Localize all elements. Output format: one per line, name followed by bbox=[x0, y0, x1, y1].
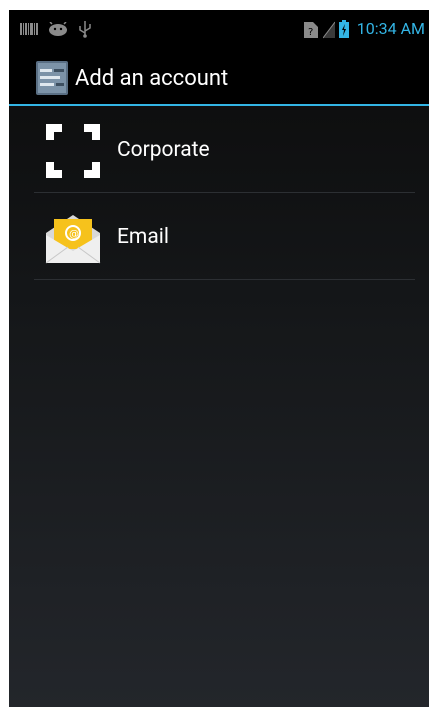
divider bbox=[34, 279, 415, 280]
list-item-label: Email bbox=[117, 225, 169, 249]
status-bar: ? 10:34 AM bbox=[9, 10, 429, 50]
svg-text:@: @ bbox=[69, 229, 79, 240]
account-type-list: Corporate @ Email bbox=[9, 106, 429, 280]
corporate-icon bbox=[46, 124, 100, 178]
barcode-icon bbox=[20, 23, 38, 35]
svg-text:?: ? bbox=[308, 27, 313, 38]
status-notification-icons bbox=[20, 20, 92, 38]
no-sim-icon: ? bbox=[303, 22, 318, 38]
battery-icon bbox=[338, 20, 349, 38]
status-system-icons: ? 10:34 AM bbox=[303, 18, 425, 40]
list-item-corporate[interactable]: Corporate bbox=[9, 106, 429, 193]
signal-icon bbox=[322, 21, 335, 39]
status-time: 10:34 AM bbox=[356, 19, 425, 38]
screen: ? 10:34 AM Add an account Corporate @ Em… bbox=[9, 10, 429, 707]
email-icon: @ bbox=[45, 215, 101, 264]
usb-icon bbox=[79, 21, 91, 38]
list-item-email[interactable]: @ Email bbox=[9, 193, 429, 280]
android-debug-icon bbox=[49, 22, 67, 36]
account-settings-icon[interactable] bbox=[36, 61, 68, 95]
list-item-label: Corporate bbox=[117, 138, 210, 162]
page-title: Add an account bbox=[75, 66, 229, 91]
action-bar: Add an account bbox=[9, 50, 429, 106]
